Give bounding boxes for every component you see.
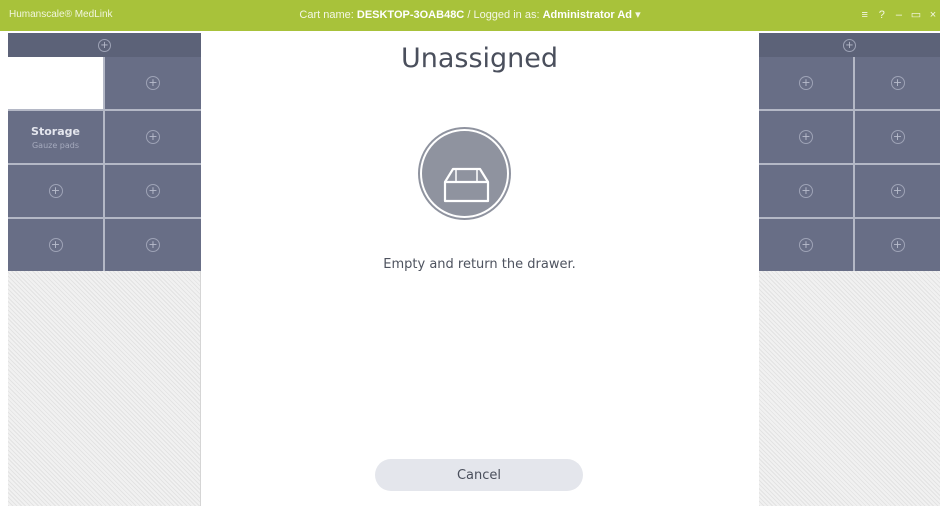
- drawer-slot[interactable]: +: [105, 219, 201, 271]
- cancel-button[interactable]: Cancel: [375, 459, 583, 491]
- left-drawer-grid: + Storage Gauze pads + + + + +: [8, 57, 201, 271]
- drawer-slot-selected[interactable]: [8, 57, 103, 109]
- add-icon: +: [890, 130, 905, 144]
- dialog-title: Unassigned: [400, 43, 559, 74]
- add-icon: +: [146, 238, 160, 252]
- drawer-slot[interactable]: +: [759, 111, 853, 163]
- drawer-title: Storage: [31, 124, 80, 138]
- add-icon: +: [146, 76, 160, 90]
- drawer-slot[interactable]: +: [855, 165, 940, 217]
- drawer-slot-storage[interactable]: Storage Gauze pads: [8, 111, 103, 163]
- drawer-slot[interactable]: +: [855, 111, 940, 163]
- right-drawer-grid: + + + + + + + +: [759, 57, 940, 271]
- restore-icon[interactable]: ▭: [909, 8, 923, 21]
- drawer-slot[interactable]: +: [759, 165, 853, 217]
- drawer-slot[interactable]: +: [759, 219, 853, 271]
- close-icon[interactable]: ×: [926, 9, 940, 21]
- add-icon: +: [799, 238, 813, 252]
- drawer-icon-graphic: [443, 167, 490, 203]
- add-icon: +: [890, 184, 905, 198]
- cart-label: Cart name:: [299, 9, 354, 21]
- left-drawer-panel: + + Storage Gauze pads + + + + +: [8, 33, 201, 506]
- left-panel-header: +: [8, 33, 201, 57]
- chevron-down-icon[interactable]: ▾: [635, 9, 641, 21]
- drawer-slot[interactable]: +: [8, 219, 103, 271]
- title-bar: Humanscale® MedLink Cart name: DESKTOP-3…: [0, 0, 940, 31]
- add-icon: +: [799, 130, 813, 144]
- cart-name: DESKTOP-3OAB48C: [356, 9, 465, 21]
- drawer-slot[interactable]: +: [759, 57, 853, 109]
- drawer-slot[interactable]: +: [105, 165, 201, 217]
- drawer-slot[interactable]: +: [8, 165, 103, 217]
- drawer-slot[interactable]: +: [105, 111, 201, 163]
- cart-info: Cart name: DESKTOP-3OAB48C / Logged in a…: [0, 8, 940, 21]
- add-icon: +: [146, 130, 160, 144]
- minimize-icon[interactable]: –: [892, 9, 906, 21]
- right-drawer-panel: + + + + + + + + +: [759, 33, 940, 506]
- add-drawer-icon[interactable]: +: [98, 38, 111, 52]
- drawer-icon: [420, 129, 509, 218]
- add-icon: +: [146, 184, 160, 198]
- add-icon: +: [48, 238, 63, 252]
- unassigned-dialog: Unassigned Empty and return the drawer. …: [201, 31, 758, 506]
- logged-label: Logged in as:: [473, 9, 540, 21]
- window-controls: ≡ ? – ▭ ×: [858, 8, 940, 21]
- separator: /: [467, 9, 471, 21]
- menu-icon[interactable]: ≡: [858, 9, 872, 21]
- add-icon: +: [799, 184, 813, 198]
- help-icon[interactable]: ?: [875, 9, 889, 21]
- add-drawer-icon[interactable]: +: [843, 38, 856, 52]
- drawer-slot[interactable]: +: [855, 219, 940, 271]
- user-menu[interactable]: Administrator Ad: [543, 9, 632, 21]
- right-panel-header: +: [759, 33, 940, 57]
- dialog-message: Empty and return the drawer.: [383, 257, 576, 272]
- drawer-subtitle: Gauze pads: [31, 140, 80, 150]
- add-icon: +: [799, 76, 813, 90]
- drawer-slot[interactable]: +: [105, 57, 201, 109]
- add-icon: +: [890, 238, 905, 252]
- add-icon: +: [48, 184, 63, 198]
- drawer-slot[interactable]: +: [855, 57, 940, 109]
- add-icon: +: [890, 76, 905, 90]
